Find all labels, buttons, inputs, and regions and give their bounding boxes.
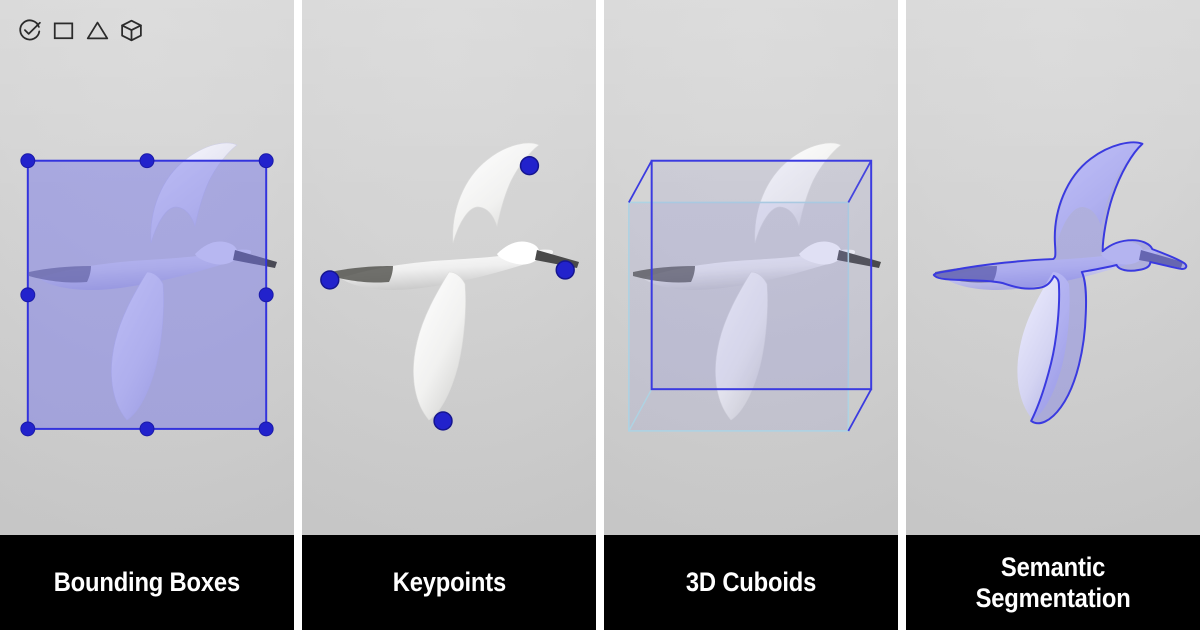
caption-label: Semantic Segmentation [975,552,1131,613]
panel-semantic-segmentation: Semantic Segmentation [906,0,1200,630]
caption-label: Keypoints [392,567,506,598]
caption-bounding-boxes: Bounding Boxes [0,535,294,630]
caption-3d-cuboids: 3D Cuboids [604,535,898,630]
panel-bounding-boxes: Bounding Boxes [0,0,294,630]
caption-semantic-segmentation: Semantic Segmentation [906,535,1200,630]
panel-keypoints: Keypoints [302,0,596,630]
bird-image [331,142,579,421]
cube-icon[interactable] [119,18,144,43]
caption-label: 3D Cuboids [685,567,817,598]
square-icon[interactable] [51,18,76,43]
bird-image [633,142,881,421]
image-stage-semantic-segmentation [906,0,1200,535]
image-stage-bounding-boxes [0,0,294,535]
image-stage-3d-cuboids [604,0,898,535]
triangle-icon[interactable] [85,18,110,43]
caption-keypoints: Keypoints [302,535,596,630]
caption-label: Bounding Boxes [53,567,241,598]
annotation-toolbar[interactable] [17,18,144,43]
panel-3d-cuboids: 3D Cuboids [604,0,898,630]
annotation-types-comparison: Bounding Boxes Keypoints 3D Cuboids Sema… [0,0,1200,630]
bird-image-tinted [29,142,277,421]
bird-image-masked [935,142,1183,420]
check-circle-icon[interactable] [17,18,42,43]
image-stage-keypoints [302,0,596,535]
